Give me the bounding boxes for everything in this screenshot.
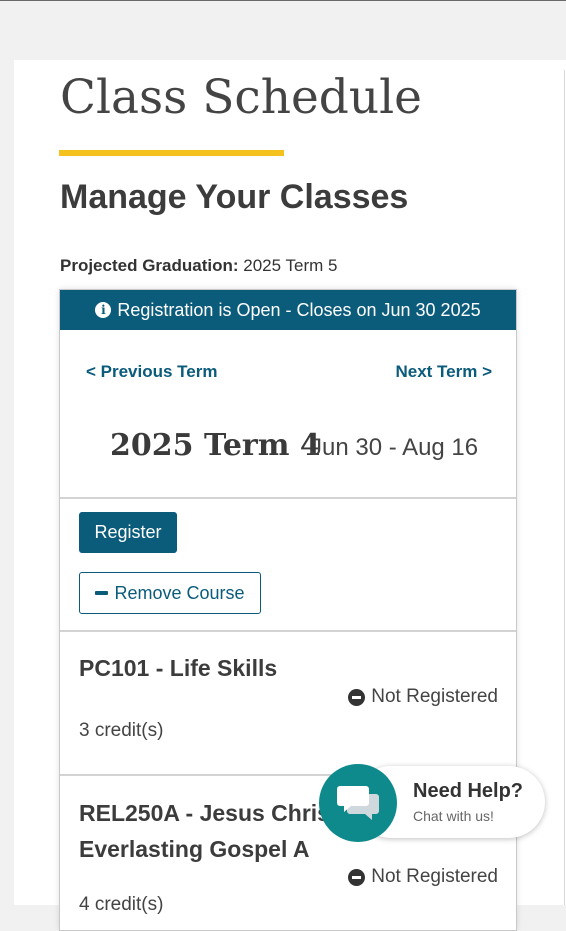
divider xyxy=(60,630,516,632)
top-border xyxy=(0,0,566,1)
title-underline xyxy=(59,150,284,156)
projected-graduation: Projected Graduation: 2025 Term 5 xyxy=(60,256,337,276)
course-title[interactable]: PC101 - Life Skills xyxy=(79,650,277,686)
not-registered-icon xyxy=(348,688,366,706)
status-text: Not Registered xyxy=(371,686,498,707)
banner-text: Registration is Open - Closes on Jun 30 … xyxy=(117,299,481,320)
registration-banner: i Registration is Open - Closes on Jun 3… xyxy=(60,290,516,330)
course-credits: 4 credit(s) xyxy=(79,894,164,915)
term-name: 2025 Term 4 xyxy=(110,428,321,463)
page-title: Class Schedule xyxy=(60,70,423,125)
divider xyxy=(60,497,516,499)
course-title-line2[interactable]: Everlasting Gospel A xyxy=(79,831,310,867)
term-dates: Jun 30 - Aug 16 xyxy=(310,434,479,461)
previous-term-link[interactable]: < Previous Term xyxy=(86,362,218,382)
help-widget[interactable]: Need Help? Chat with us! xyxy=(319,764,547,842)
course-status: Not Registered xyxy=(348,686,498,708)
info-icon: i xyxy=(95,302,112,318)
register-button[interactable]: Register xyxy=(79,512,177,553)
chat-button[interactable] xyxy=(319,764,397,842)
help-title: Need Help? xyxy=(413,780,524,802)
course-status: Not Registered xyxy=(348,866,498,888)
graduation-label: Projected Graduation: xyxy=(60,256,239,275)
remove-course-label: Remove Course xyxy=(114,582,245,603)
not-registered-icon xyxy=(348,868,366,886)
course-credits: 3 credit(s) xyxy=(79,720,164,741)
panel-edge xyxy=(564,70,565,905)
chat-icon xyxy=(337,786,379,820)
remove-course-button[interactable]: Remove Course xyxy=(79,572,261,614)
status-text: Not Registered xyxy=(371,866,498,887)
graduation-value: 2025 Term 5 xyxy=(243,256,338,275)
help-subtitle: Chat with us! xyxy=(413,808,494,824)
next-term-link[interactable]: Next Term > xyxy=(395,362,492,382)
minus-icon xyxy=(95,591,109,595)
page-subtitle: Manage Your Classes xyxy=(60,178,409,216)
